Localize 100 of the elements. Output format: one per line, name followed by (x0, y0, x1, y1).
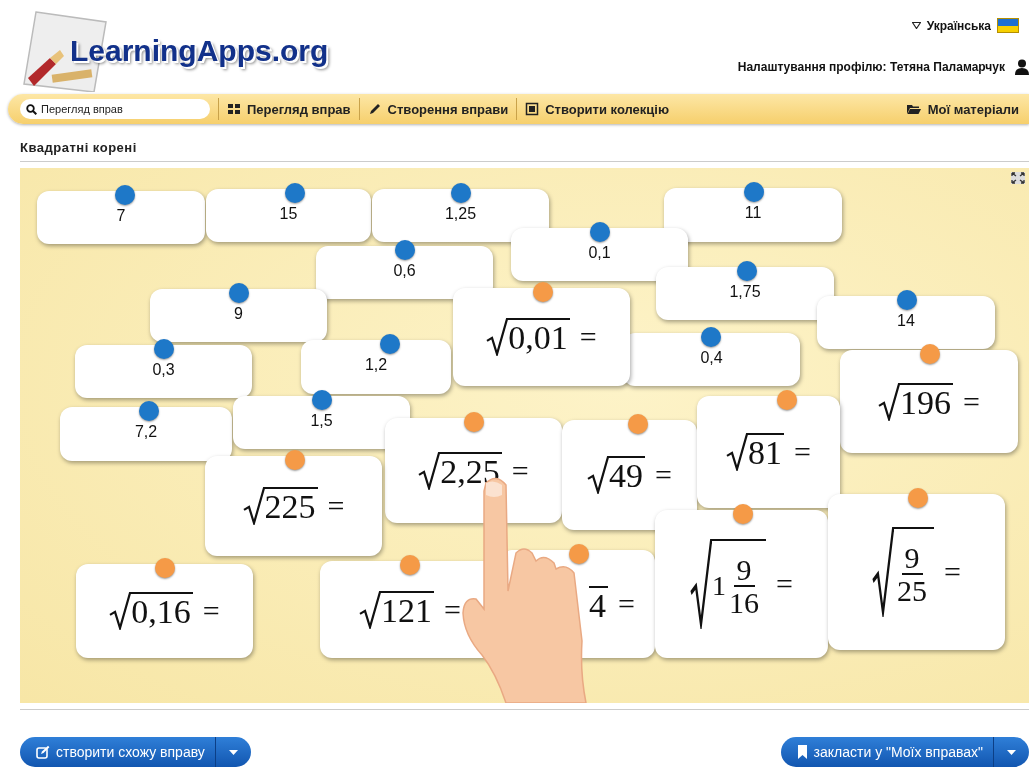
dropdown-button[interactable] (993, 737, 1029, 767)
pin-dot[interactable] (451, 183, 471, 203)
radical-sign-icon (418, 451, 441, 490)
equals-sign: = (618, 587, 635, 621)
dropdown-button[interactable] (214, 737, 251, 767)
radical-sign-icon (242, 487, 265, 525)
equals-sign: = (944, 555, 961, 589)
equals-sign: = (579, 320, 597, 354)
answer-card[interactable]: 0,1 (511, 228, 688, 281)
caret-icon (1007, 749, 1016, 755)
bookmark-button[interactable]: закласти у "Моїх вправах" (780, 737, 993, 767)
answer-number: 11 (744, 204, 762, 222)
radicand: 4 (589, 585, 609, 623)
answer-card[interactable]: 11 (664, 188, 842, 242)
radicand: 121 (381, 590, 435, 629)
pin-dot[interactable] (400, 555, 420, 575)
bookmark-icon (796, 745, 808, 759)
radicand: 0,01 (508, 318, 570, 356)
numerator: 9 (733, 553, 755, 587)
equals-sign: = (963, 384, 980, 419)
caret-icon[interactable] (911, 22, 921, 29)
nav-link[interactable]: Створення вправи (367, 101, 509, 117)
pin-dot[interactable] (285, 450, 305, 470)
equals-sign: = (794, 435, 811, 469)
answer-card[interactable]: 7,2 (60, 407, 232, 461)
answer-card[interactable]: 15 (206, 189, 371, 242)
radical-sign-icon (690, 539, 713, 629)
radical-sign-icon (587, 456, 610, 494)
expression-card[interactable]: 0,01 = (453, 288, 630, 386)
radical-sign-icon (878, 382, 901, 421)
frame-icon (525, 102, 540, 116)
answer-card[interactable]: 1,25 (372, 189, 549, 242)
pin-dot[interactable] (569, 544, 589, 564)
pin-dot[interactable] (229, 283, 249, 303)
radicand: 196 (900, 382, 954, 421)
language-selector[interactable]: Українська (926, 18, 991, 33)
create-similar-button[interactable]: створити схожу вправу (20, 737, 215, 767)
pin-dot[interactable] (744, 182, 764, 202)
pin-dot[interactable] (590, 222, 610, 242)
answer-card[interactable]: 0,3 (75, 345, 252, 398)
expression-card[interactable]: 49 = (562, 420, 697, 530)
pin-dot[interactable] (155, 558, 175, 578)
answer-card[interactable]: 14 (817, 296, 995, 349)
answer-number: 1,75 (729, 283, 761, 301)
answer-number: 7 (116, 207, 126, 225)
answer-card[interactable]: 0,6 (316, 246, 493, 299)
fullscreen-icon[interactable] (1011, 172, 1025, 184)
radical-sign-icon (872, 527, 895, 617)
answer-card[interactable]: 7 (37, 191, 205, 244)
nav-link[interactable]: Мої матеріали (905, 101, 1019, 117)
answer-number: 1,2 (364, 356, 388, 374)
pin-dot[interactable] (285, 183, 305, 203)
denominator: 25 (896, 575, 929, 607)
nav-link[interactable]: Створити колекцію (525, 101, 670, 117)
search-field[interactable]: Перегляд вправ (20, 99, 210, 119)
pin-dot[interactable] (115, 185, 135, 205)
pin-dot[interactable] (464, 412, 484, 432)
equals-sign: = (327, 489, 345, 523)
answer-number: 9 (234, 305, 243, 323)
radicand: 225 (264, 487, 318, 525)
pin-dot[interactable] (897, 290, 917, 310)
answer-number: 15 (279, 205, 298, 223)
equals-sign: = (776, 567, 793, 601)
answer-card[interactable]: 1,2 (301, 340, 451, 394)
radical-sign-icon (726, 433, 749, 471)
numerator: 9 (901, 541, 923, 575)
equals-sign: = (511, 453, 529, 488)
answer-card[interactable]: 9 (150, 289, 327, 342)
radical-sign-icon (486, 318, 509, 356)
radicand: 0,16 (131, 592, 193, 630)
radical-sign-icon (109, 592, 132, 630)
pin-dot[interactable] (533, 282, 553, 302)
expression-card[interactable]: 225 = (205, 456, 382, 556)
profile-settings-link[interactable]: Налаштування профілю: Тетяна Паламарчук (737, 60, 1005, 74)
pin-dot[interactable] (628, 414, 648, 434)
user-icon[interactable] (1015, 59, 1029, 75)
pin-dot[interactable] (908, 488, 928, 508)
pin-dot[interactable] (139, 401, 159, 421)
denominator: 16 (728, 587, 761, 619)
pin-dot[interactable] (737, 261, 757, 281)
answer-number: 7,2 (134, 423, 158, 441)
search-icon (26, 103, 37, 115)
grid-icon (227, 102, 241, 116)
expression-card[interactable]: 0,16 = (76, 564, 253, 658)
answer-number: 1,5 (310, 412, 333, 430)
site-logo-text[interactable]: LearningApps.org (70, 34, 329, 68)
expression-card[interactable]: 196 = (840, 350, 1018, 453)
equals-sign: = (202, 594, 220, 628)
radicand: 81 (748, 433, 785, 471)
answer-number: 0,1 (588, 244, 611, 262)
nav-link[interactable]: Перегляд вправ (227, 101, 351, 117)
answer-card[interactable]: 1,75 (656, 267, 834, 320)
expression-card[interactable]: 81 = (697, 396, 840, 508)
equals-sign: = (655, 458, 672, 492)
pin-dot[interactable] (701, 327, 721, 347)
answer-number: 1,25 (444, 205, 477, 223)
radical-sign-icon (359, 590, 382, 629)
pin-dot[interactable] (380, 334, 400, 354)
pin-dot[interactable] (777, 390, 797, 410)
answer-number: 0,6 (393, 262, 416, 280)
